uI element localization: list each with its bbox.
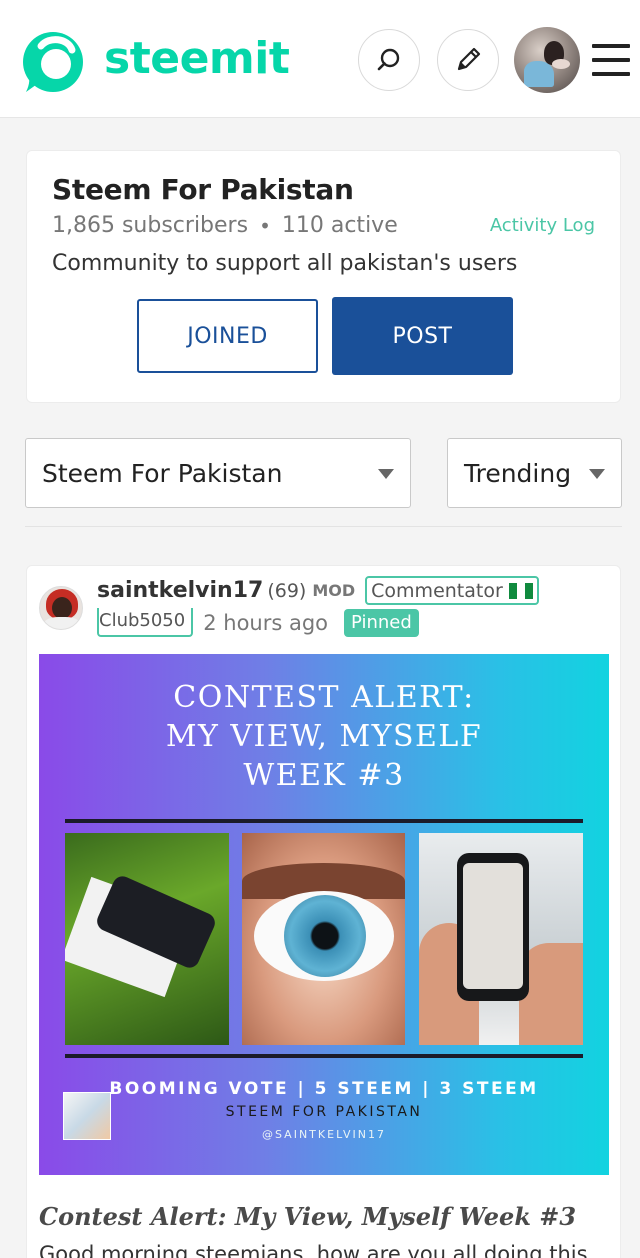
image-divider	[65, 1054, 583, 1058]
sort-select-value: Trending	[464, 458, 572, 488]
eye-photo	[242, 833, 405, 1045]
image-divider	[65, 819, 583, 823]
community-title: Steem For Pakistan	[52, 173, 354, 206]
club-badge: Club5050	[97, 608, 194, 637]
pinned-badge: Pinned	[344, 608, 419, 637]
post-author-line: saintkelvin17 (69) MOD Commentator	[97, 576, 539, 605]
phone-photo	[65, 833, 229, 1045]
post-time[interactable]: 2 hours ago	[203, 611, 328, 635]
author-name[interactable]: saintkelvin17	[97, 578, 263, 603]
post-card[interactable]: saintkelvin17 (69) MOD Commentator Club5…	[26, 565, 621, 1258]
pencil-icon	[457, 47, 481, 71]
post-body-preview[interactable]: Good morning steemians, how are you all …	[39, 1242, 588, 1258]
brand-name: steemit	[104, 32, 290, 84]
community-stats: 1,865 subscribers • 110 active	[52, 213, 398, 238]
image-footer-prizes: BOOMING VOTE | 5 STEEM | 3 STEEM	[109, 1079, 539, 1099]
role-badge: MOD	[312, 581, 356, 600]
steemit-logo[interactable]: steemit	[16, 26, 290, 96]
avatar[interactable]	[514, 27, 580, 93]
post-title[interactable]: Contest Alert: My View, Myself Week #3	[39, 1202, 576, 1231]
community-card: Steem For Pakistan 1,865 subscribers • 1…	[26, 150, 621, 403]
author-avatar[interactable]	[39, 586, 83, 630]
caret-down-icon	[378, 469, 394, 479]
joined-button[interactable]: JOINED	[137, 299, 318, 373]
image-heading-1: CONTEST ALERT:	[173, 680, 475, 715]
caret-down-icon	[589, 469, 605, 479]
create-post-button[interactable]	[437, 29, 499, 91]
search-button[interactable]	[358, 29, 420, 91]
image-heading-2: MY VIEW, MYSELF	[165, 719, 483, 754]
subscriber-count: 1,865 subscribers	[52, 213, 249, 238]
image-footer-community: STEEM FOR PAKISTAN	[225, 1104, 423, 1120]
sort-select[interactable]: Trending	[447, 438, 622, 508]
post-meta-line: Club5050 2 hours ago Pinned	[97, 608, 419, 637]
community-description: Community to support all pakistan's user…	[52, 251, 518, 276]
logo-icon	[23, 32, 83, 92]
divider	[25, 526, 622, 527]
image-footer-handle: @SAINTKELVIN17	[262, 1128, 386, 1141]
active-count: 110 active	[281, 213, 398, 238]
search-icon	[377, 48, 400, 71]
separator-dot: •	[259, 213, 271, 238]
hamburger-menu-icon[interactable]	[592, 44, 630, 76]
author-title: Commentator	[371, 579, 503, 602]
author-reputation: (69)	[267, 579, 307, 602]
image-heading-3: WEEK #3	[243, 758, 405, 793]
top-header: steemit	[0, 0, 640, 118]
activity-log-link[interactable]: Activity Log	[490, 215, 595, 236]
community-select-value: Steem For Pakistan	[42, 458, 283, 488]
author-title-badge: Commentator	[365, 576, 539, 605]
hand-phone-photo	[419, 833, 583, 1045]
post-thumbnail[interactable]: CONTEST ALERT: MY VIEW, MYSELF WEEK #3 B…	[39, 654, 609, 1175]
community-select[interactable]: Steem For Pakistan	[25, 438, 411, 508]
post-button[interactable]: POST	[332, 297, 513, 375]
nigeria-flag-icon	[508, 582, 533, 599]
